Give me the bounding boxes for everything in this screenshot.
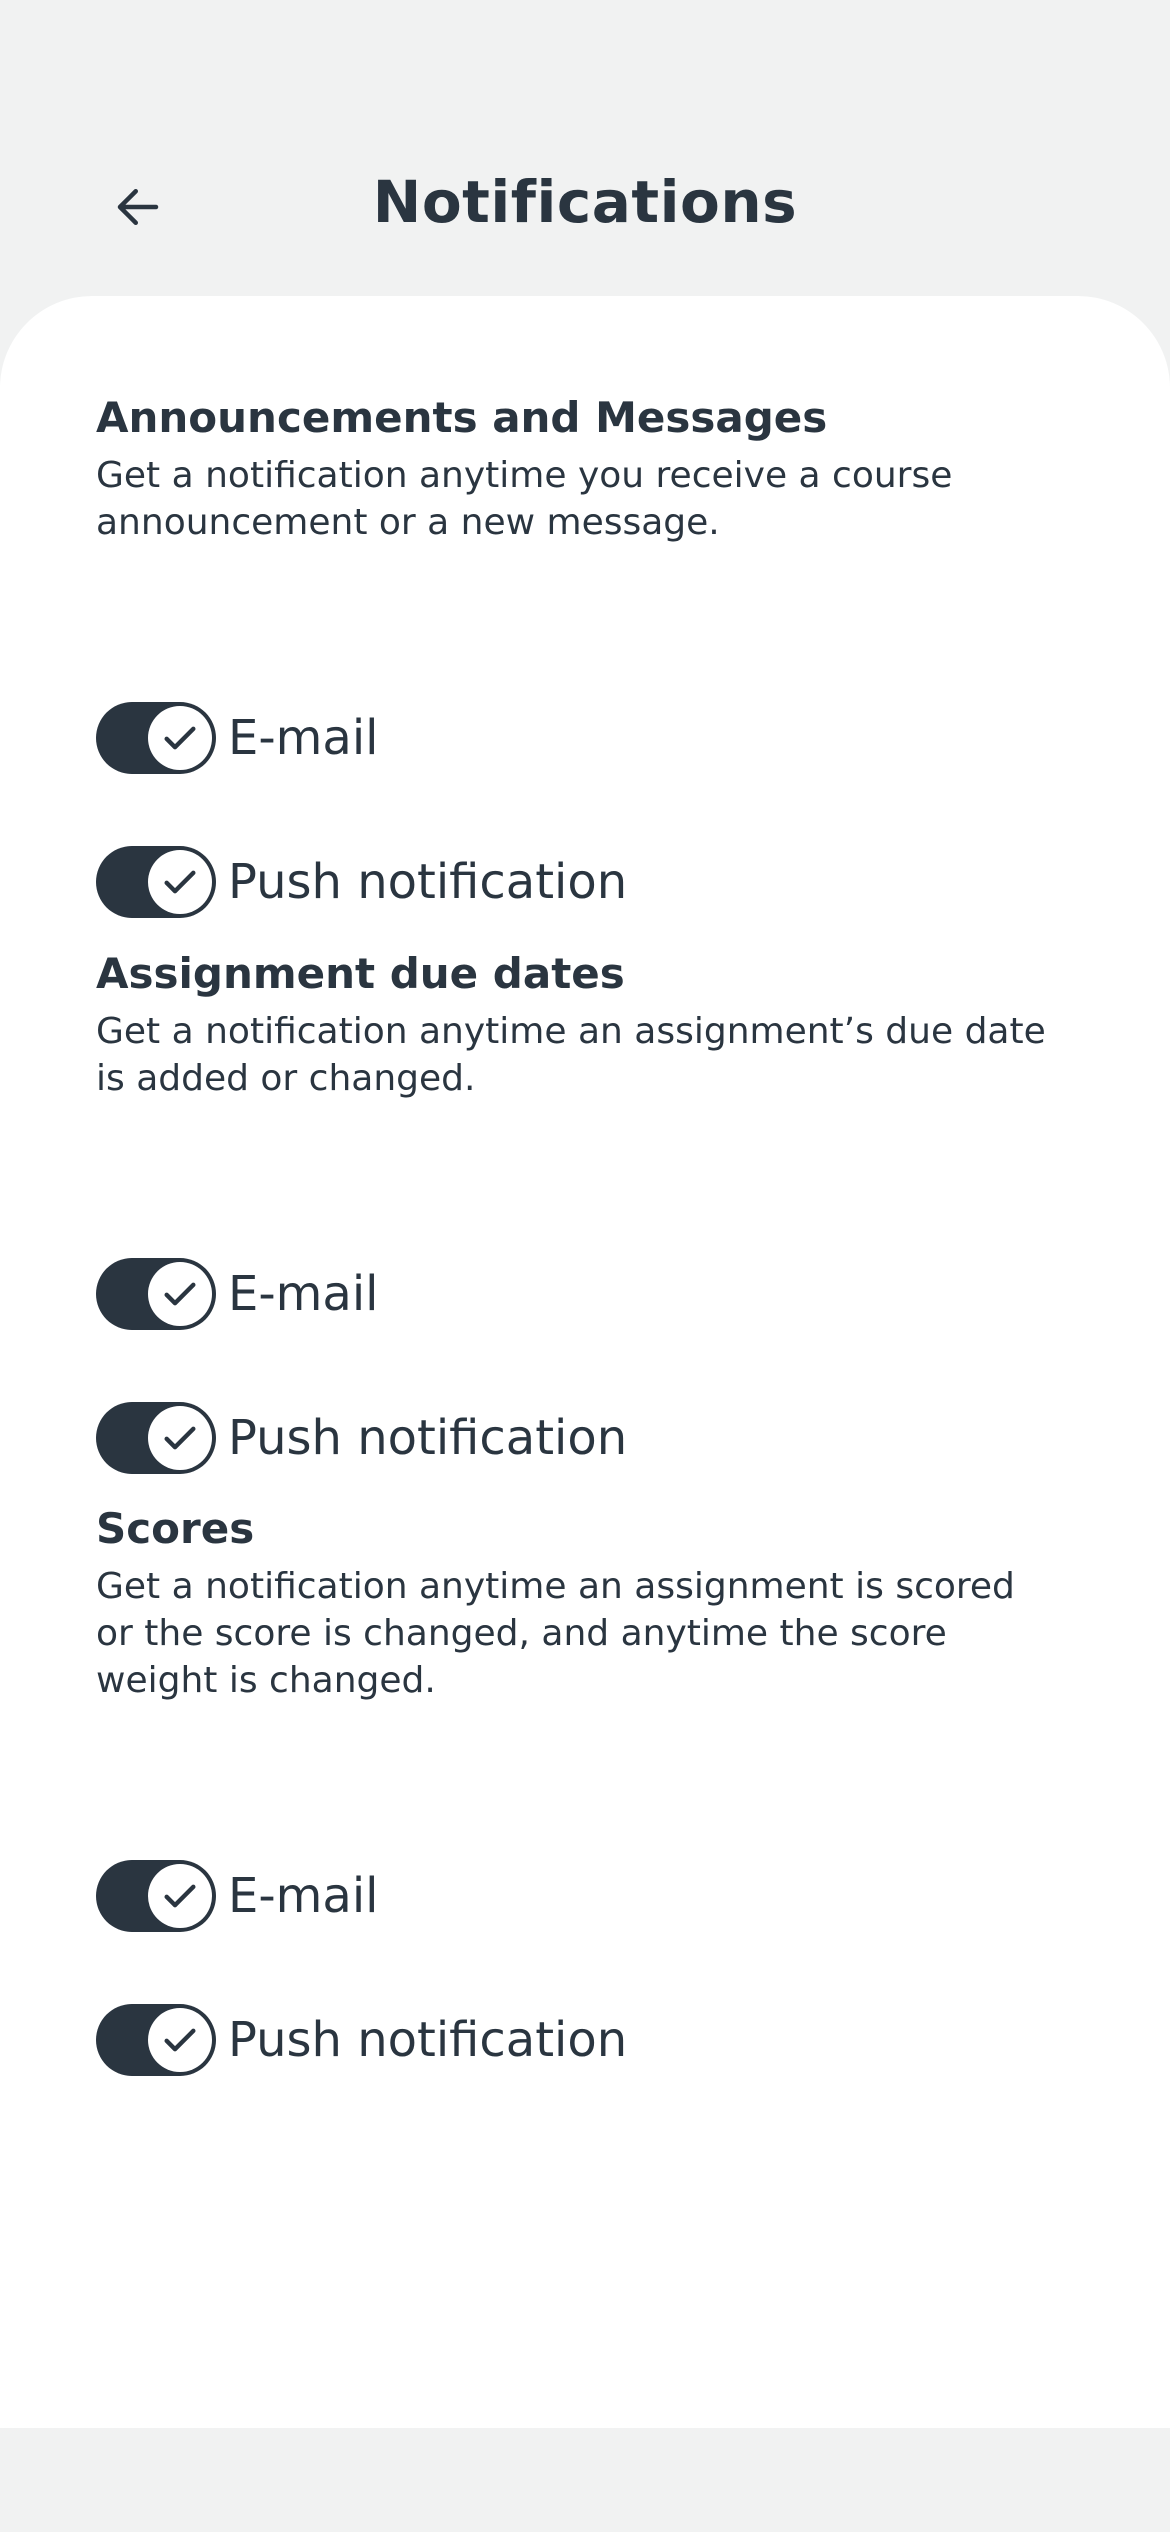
section-announcements: Announcements and Messages Get a notific… xyxy=(96,390,1056,918)
checkmark-icon xyxy=(164,726,196,750)
toggle-label: E-mail xyxy=(228,1868,379,1924)
toggle-knob xyxy=(148,2008,212,2072)
section-title: Scores xyxy=(96,1504,255,1553)
toggle-switch[interactable] xyxy=(96,2004,216,2076)
toggle-email[interactable]: E-mail xyxy=(96,1256,379,1332)
settings-sheet: Announcements and Messages Get a notific… xyxy=(0,296,1170,2428)
toggle-email[interactable]: E-mail xyxy=(96,1858,379,1934)
toggle-switch[interactable] xyxy=(96,1258,216,1330)
section-title: Announcements and Messages xyxy=(96,393,828,442)
toggle-knob xyxy=(148,850,212,914)
toggle-knob xyxy=(148,706,212,770)
checkmark-icon xyxy=(164,2028,196,2052)
toggle-knob xyxy=(148,1262,212,1326)
checkmark-icon xyxy=(164,1884,196,1908)
toggle-label: E-mail xyxy=(228,1266,379,1322)
header: Notifications xyxy=(0,0,1170,296)
page-title: Notifications xyxy=(372,168,798,236)
section-assignment-due-dates: Assignment due dates Get a notification … xyxy=(96,946,1056,1474)
checkmark-icon xyxy=(164,870,196,894)
toggle-label: E-mail xyxy=(228,710,379,766)
section-description: Get a notification anytime you receive a… xyxy=(96,455,953,543)
checkmark-icon xyxy=(164,1282,196,1306)
toggle-push-notification[interactable]: Push notification xyxy=(96,844,627,920)
toggle-knob xyxy=(148,1406,212,1470)
toggle-knob xyxy=(148,1864,212,1928)
toggle-label: Push notification xyxy=(228,854,628,910)
section-scores: Scores Get a notification anytime an ass… xyxy=(96,1501,1056,2076)
toggle-switch[interactable] xyxy=(96,702,216,774)
section-description: Get a notification anytime an assignment… xyxy=(96,1566,1015,1701)
section-title: Assignment due dates xyxy=(96,949,625,998)
section-description: Get a notification anytime an assignment… xyxy=(96,1011,1046,1099)
checkmark-icon xyxy=(164,1426,196,1450)
toggle-push-notification[interactable]: Push notification xyxy=(96,1400,627,1476)
toggle-switch[interactable] xyxy=(96,1402,216,1474)
toggle-switch[interactable] xyxy=(96,1860,216,1932)
toggle-label: Push notification xyxy=(228,1410,628,1466)
toggle-email[interactable]: E-mail xyxy=(96,700,379,776)
toggle-label: Push notification xyxy=(228,2012,628,2068)
toggle-switch[interactable] xyxy=(96,846,216,918)
toggle-push-notification[interactable]: Push notification xyxy=(96,2002,627,2078)
